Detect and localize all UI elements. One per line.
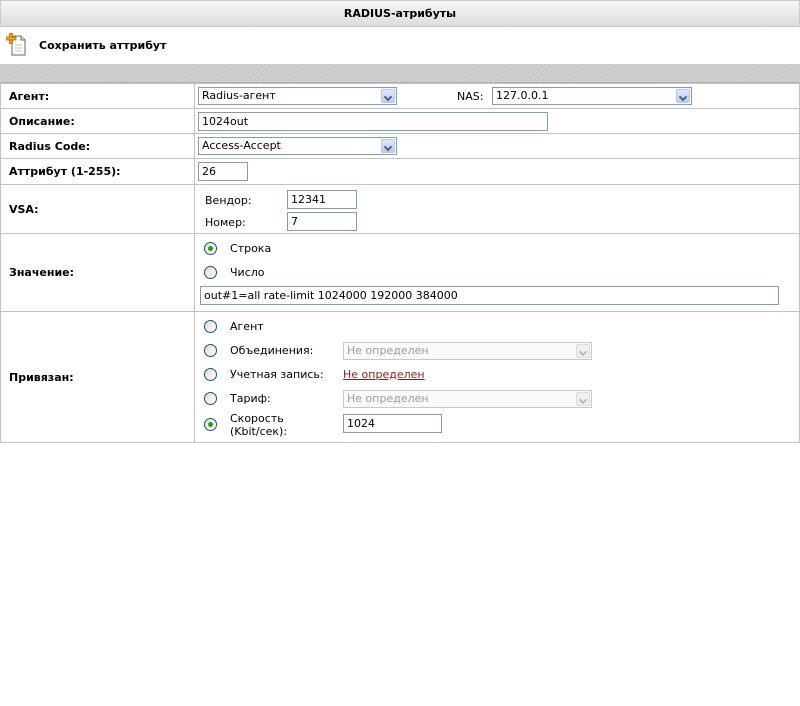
account-link[interactable]: Не определен — [343, 368, 425, 381]
bound-label: Привязан: — [0, 311, 195, 443]
chevron-down-icon — [576, 344, 590, 358]
value-text-input[interactable]: out#1=all rate-limit 1024000 192000 3840… — [200, 286, 779, 305]
separator-stripe — [0, 64, 800, 83]
row-radius-code: Radius Code: Access-Accept — [0, 133, 800, 159]
value-string-radio[interactable] — [204, 242, 217, 255]
attribute-label: Аттрибут (1-255): — [0, 158, 195, 185]
attribute-form: Агент: Radius-агент NAS: 127.0.0.1 Описа… — [0, 83, 800, 443]
nas-label: NAS: — [457, 90, 484, 103]
row-value: Значение: Строка Число out#1=all rate-li… — [0, 233, 800, 312]
save-attribute-button[interactable]: Сохранить аттрибут — [6, 32, 166, 58]
nas-select[interactable]: 127.0.0.1 — [492, 87, 692, 105]
add-document-icon — [6, 33, 28, 57]
save-attribute-label: Сохранить аттрибут — [39, 38, 167, 52]
number-input[interactable]: 7 — [287, 212, 357, 231]
bound-speed-unit-label: (Kbit/сек): — [230, 425, 288, 438]
description-label: Описание: — [0, 108, 195, 134]
attribute-input[interactable]: 26 — [198, 162, 248, 181]
tariff-select[interactable]: Не определен — [343, 390, 592, 408]
chevron-down-icon — [381, 89, 395, 103]
groups-select[interactable]: Не определен — [343, 342, 592, 360]
chevron-down-icon — [676, 89, 690, 103]
radius-code-label: Radius Code: — [0, 133, 195, 159]
vendor-label: Вендор: — [205, 194, 252, 207]
vendor-input[interactable]: 12341 — [287, 190, 357, 209]
number-label: Номер: — [205, 216, 246, 229]
value-string-label: Строка — [230, 242, 272, 255]
value-label: Значение: — [0, 233, 195, 312]
chevron-down-icon — [576, 392, 590, 406]
radius-code-select[interactable]: Access-Accept — [198, 137, 397, 155]
vsa-label: VSA: — [0, 184, 195, 234]
value-number-label: Число — [230, 266, 265, 279]
row-vsa: VSA: Вендор: 12341 Номер: 7 — [0, 184, 800, 234]
speed-input[interactable]: 1024 — [343, 414, 442, 433]
agent-select[interactable]: Radius-агент — [198, 87, 397, 105]
bound-agent-radio[interactable] — [204, 320, 217, 333]
bound-account-radio[interactable] — [204, 368, 217, 381]
bound-groups-label: Объединения: — [230, 344, 314, 357]
bound-tariff-label: Тариф: — [230, 392, 271, 405]
row-description: Описание: 1024out — [0, 108, 800, 134]
bound-tariff-radio[interactable] — [204, 392, 217, 405]
bound-account-label: Учетная запись: — [230, 368, 324, 381]
value-number-radio[interactable] — [204, 266, 217, 279]
bound-groups-radio[interactable] — [204, 344, 217, 357]
bound-agent-label: Агент — [230, 320, 264, 333]
row-attribute: Аттрибут (1-255): 26 — [0, 158, 800, 185]
toolbar: Сохранить аттрибут — [0, 27, 800, 64]
agent-label: Агент: — [0, 83, 195, 109]
bound-speed-radio[interactable] — [204, 418, 217, 431]
page-title: RADIUS-атрибуты — [0, 0, 800, 27]
bound-speed-label: Скорость — [230, 412, 284, 425]
row-agent: Агент: Radius-агент NAS: 127.0.0.1 — [0, 83, 800, 109]
description-input[interactable]: 1024out — [198, 112, 548, 131]
row-bound: Привязан: Агент Объединения: Не определе… — [0, 311, 800, 443]
chevron-down-icon — [381, 139, 395, 153]
